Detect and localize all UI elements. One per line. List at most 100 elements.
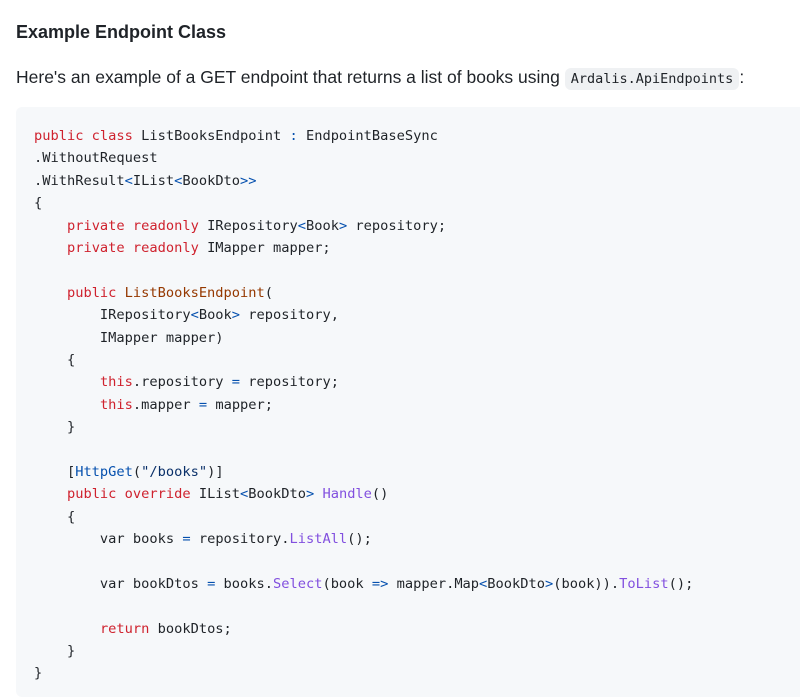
code-content[interactable]: public class ListBooksEndpoint : Endpoin…	[34, 125, 800, 685]
code-token: =>	[371, 575, 389, 592]
code-token: {	[34, 195, 43, 212]
code-token: .repository	[132, 374, 232, 391]
code-token: this	[99, 396, 133, 413]
code-token: =	[198, 396, 208, 413]
code-token: var bookDtos	[34, 575, 208, 592]
code-line: [HttpGet("/books")]	[34, 461, 800, 483]
code-token: ToList	[619, 575, 669, 592]
code-line: public override IList<BookDto> Handle()	[34, 483, 800, 505]
code-token: ();	[347, 531, 372, 548]
code-token: {	[34, 351, 76, 368]
code-token: private readonly	[66, 239, 208, 256]
code-token: repository;	[240, 374, 339, 391]
code-line: public class ListBooksEndpoint : Endpoin…	[34, 125, 800, 147]
code-token: }	[34, 419, 76, 436]
code-line: private readonly IRepository<Book> repos…	[34, 215, 800, 237]
code-token: .WithoutRequest	[34, 150, 158, 167]
code-line: }	[34, 640, 800, 662]
code-line: private readonly IMapper mapper;	[34, 237, 800, 259]
code-token: Handle	[322, 486, 372, 503]
code-token: repository;	[347, 217, 447, 234]
intro-text: Here's an example of a GET endpoint that…	[16, 67, 565, 87]
code-token: return	[99, 620, 158, 637]
code-token: bookDtos;	[157, 620, 232, 637]
code-token: >>	[240, 172, 257, 189]
code-token: IList	[198, 486, 241, 503]
code-token: Book	[305, 217, 339, 234]
code-token: this	[99, 374, 133, 391]
code-token: <	[297, 217, 306, 234]
code-token: <	[190, 307, 199, 324]
code-token: EndpointBaseSync	[297, 128, 438, 144]
code-token: }	[34, 642, 76, 659]
code-token: (	[132, 463, 142, 480]
code-token: repository.	[190, 531, 290, 548]
code-token: =	[231, 374, 241, 391]
code-token: BookDto	[182, 172, 241, 189]
code-token: books.	[215, 575, 273, 592]
intro-suffix: :	[739, 67, 745, 87]
code-token: IList	[132, 172, 175, 189]
code-line: IRepository<Book> repository,	[34, 304, 800, 326]
code-token: private readonly	[66, 217, 208, 234]
code-token: >	[231, 307, 241, 324]
code-token: {	[34, 508, 76, 525]
code-line: return bookDtos;	[34, 618, 800, 640]
code-token: Book	[198, 307, 232, 324]
code-token: ListBooksEndpoint	[141, 128, 290, 144]
inline-code-package: Ardalis.ApiEndpoints	[564, 68, 740, 90]
code-token: =	[182, 531, 191, 548]
code-token: mapper;	[207, 396, 274, 413]
code-token: (book)).	[553, 575, 620, 592]
code-token: public override	[66, 486, 199, 503]
code-line: }	[34, 662, 800, 684]
code-block[interactable]: public class ListBooksEndpoint : Endpoin…	[16, 107, 800, 697]
code-token: >	[338, 217, 348, 234]
code-line: {	[34, 506, 800, 528]
code-line: IMapper mapper)	[34, 327, 800, 349]
code-token: public	[66, 284, 125, 301]
code-line: public ListBooksEndpoint(	[34, 282, 800, 304]
code-token: :	[289, 128, 298, 144]
code-token: [	[34, 463, 76, 480]
code-token: BookDto	[248, 486, 306, 503]
code-token: BookDto	[487, 575, 545, 592]
code-line: this.repository = repository;	[34, 371, 800, 393]
code-token: Select	[273, 575, 323, 592]
code-token: (	[264, 284, 273, 301]
code-line: var bookDtos = books.Select(book => mapp…	[34, 573, 800, 595]
code-token: >	[544, 575, 554, 592]
code-token: }	[34, 665, 43, 682]
code-token: var books	[34, 531, 183, 548]
code-line: .WithResult<IList<BookDto>>	[34, 170, 800, 192]
code-token: (book	[322, 575, 372, 592]
code-token: ListAll	[289, 531, 348, 548]
intro-paragraph: Here's an example of a GET endpoint that…	[16, 64, 744, 92]
code-token: <	[124, 172, 133, 189]
code-token: ()	[371, 486, 389, 503]
code-token: HttpGet	[75, 463, 133, 480]
code-token: .mapper	[132, 396, 199, 413]
section-heading: Example Endpoint Class	[16, 22, 227, 42]
code-line: {	[34, 349, 800, 371]
code-line: var books = repository.ListAll();	[34, 528, 800, 550]
code-line: .WithoutRequest	[34, 147, 800, 169]
code-token: public class	[34, 128, 142, 144]
code-token: IMapper mapper)	[34, 329, 224, 346]
code-token: )]	[207, 463, 224, 480]
code-token: IMapper mapper;	[207, 239, 331, 256]
code-line: {	[34, 192, 800, 214]
code-token: ListBooksEndpoint	[124, 284, 265, 301]
code-token: >	[305, 486, 315, 503]
code-token: IRepository	[207, 217, 298, 234]
